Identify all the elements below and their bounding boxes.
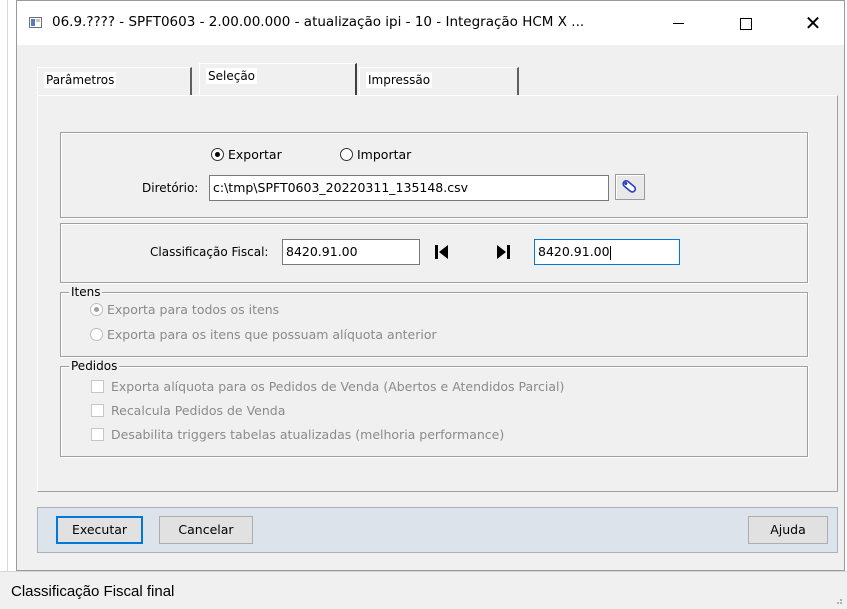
last-record-button[interactable] [493, 242, 513, 262]
radio-indicator [340, 148, 353, 161]
tab-panel-selecao: Exportar Importar Diretório: c:\tmp\SPFT… [37, 95, 838, 492]
classification-end-value: 8420.91.00 [538, 244, 610, 259]
status-text: Classificação Fiscal final [11, 583, 175, 600]
items-previous-rate-label: Exporta para os itens que possuam alíquo… [107, 327, 437, 342]
close-button[interactable]: ✕ [790, 1, 836, 45]
execute-button[interactable]: Executar [56, 516, 143, 544]
window-title: 06.9.???? - SPFT0603 - 2.00.00.000 - atu… [52, 14, 585, 30]
browse-button[interactable] [615, 174, 645, 200]
resize-grip-icon[interactable] [833, 595, 843, 605]
tab-selecao[interactable]: Seleção [199, 63, 357, 95]
items-group: Itens Exporta para todos os itens Export… [60, 285, 808, 357]
items-legend: Itens [69, 285, 103, 299]
tab-parametros[interactable]: Parâmetros [37, 67, 192, 95]
first-record-icon [435, 245, 448, 259]
classification-end-input[interactable]: 8420.91.00 [534, 239, 680, 265]
classification-start-input[interactable]: 8420.91.00 [282, 239, 420, 265]
folder-search-icon [622, 179, 637, 193]
items-previous-rate-radio[interactable]: Exporta para os itens que possuam alíquo… [90, 327, 437, 342]
button-bar: Executar Cancelar Ajuda [37, 507, 838, 553]
disable-triggers-label: Desabilita triggers tabelas atualizadas … [111, 427, 505, 442]
close-icon: ✕ [804, 11, 822, 35]
directory-input[interactable]: c:\tmp\SPFT0603_20220311_135148.csv [209, 175, 609, 201]
checkbox-indicator [91, 380, 104, 393]
checkbox-indicator [91, 404, 104, 417]
checkbox-indicator [91, 428, 104, 441]
minimize-icon [672, 23, 684, 24]
radio-indicator [211, 148, 224, 161]
orders-legend: Pedidos [69, 359, 120, 373]
radio-indicator [90, 328, 103, 341]
cancel-button[interactable]: Cancelar [159, 516, 253, 544]
tab-label: Impressão [366, 72, 433, 88]
recalculate-orders-checkbox[interactable]: Recalcula Pedidos de Venda [91, 403, 285, 418]
dialog-window: 06.9.???? - SPFT0603 - 2.00.00.000 - atu… [16, 0, 845, 571]
items-all-label: Exporta para todos os itens [107, 302, 280, 317]
export-radio-label: Exportar [228, 147, 282, 162]
maximize-button[interactable] [723, 1, 769, 45]
import-radio-label: Importar [357, 147, 412, 162]
first-record-button[interactable] [432, 242, 452, 262]
app-icon [29, 17, 42, 28]
help-button[interactable]: Ajuda [748, 516, 828, 544]
classification-label: Classificação Fiscal: [150, 245, 269, 259]
export-group: Exportar Importar Diretório: c:\tmp\SPFT… [60, 132, 808, 218]
text-caret [609, 245, 611, 260]
items-all-radio[interactable]: Exporta para todos os itens [90, 302, 279, 317]
status-bar: Classificação Fiscal final [0, 571, 847, 609]
last-record-icon [497, 245, 510, 259]
disable-triggers-checkbox[interactable]: Desabilita triggers tabelas atualizadas … [91, 427, 504, 442]
recalculate-orders-label: Recalcula Pedidos de Venda [111, 403, 286, 418]
tab-impressao[interactable]: Impressão [359, 67, 519, 95]
radio-indicator [90, 303, 103, 316]
orders-group: Pedidos Exporta alíquota para os Pedidos… [60, 359, 808, 457]
maximize-icon [740, 17, 752, 30]
export-rate-orders-label: Exporta alíquota para os Pedidos de Vend… [111, 379, 565, 394]
minimize-button[interactable] [655, 1, 701, 45]
directory-label: Diretório: [142, 181, 199, 195]
tab-label: Parâmetros [44, 72, 117, 88]
export-radio[interactable]: Exportar [211, 147, 282, 162]
import-radio[interactable]: Importar [340, 147, 411, 162]
classification-group: Classificação Fiscal: 8420.91.00 8420.91… [60, 223, 808, 283]
title-bar: 06.9.???? - SPFT0603 - 2.00.00.000 - atu… [17, 1, 844, 45]
left-edge [0, 0, 8, 609]
export-rate-orders-checkbox[interactable]: Exporta alíquota para os Pedidos de Vend… [91, 379, 564, 394]
tab-label: Seleção [206, 68, 258, 84]
